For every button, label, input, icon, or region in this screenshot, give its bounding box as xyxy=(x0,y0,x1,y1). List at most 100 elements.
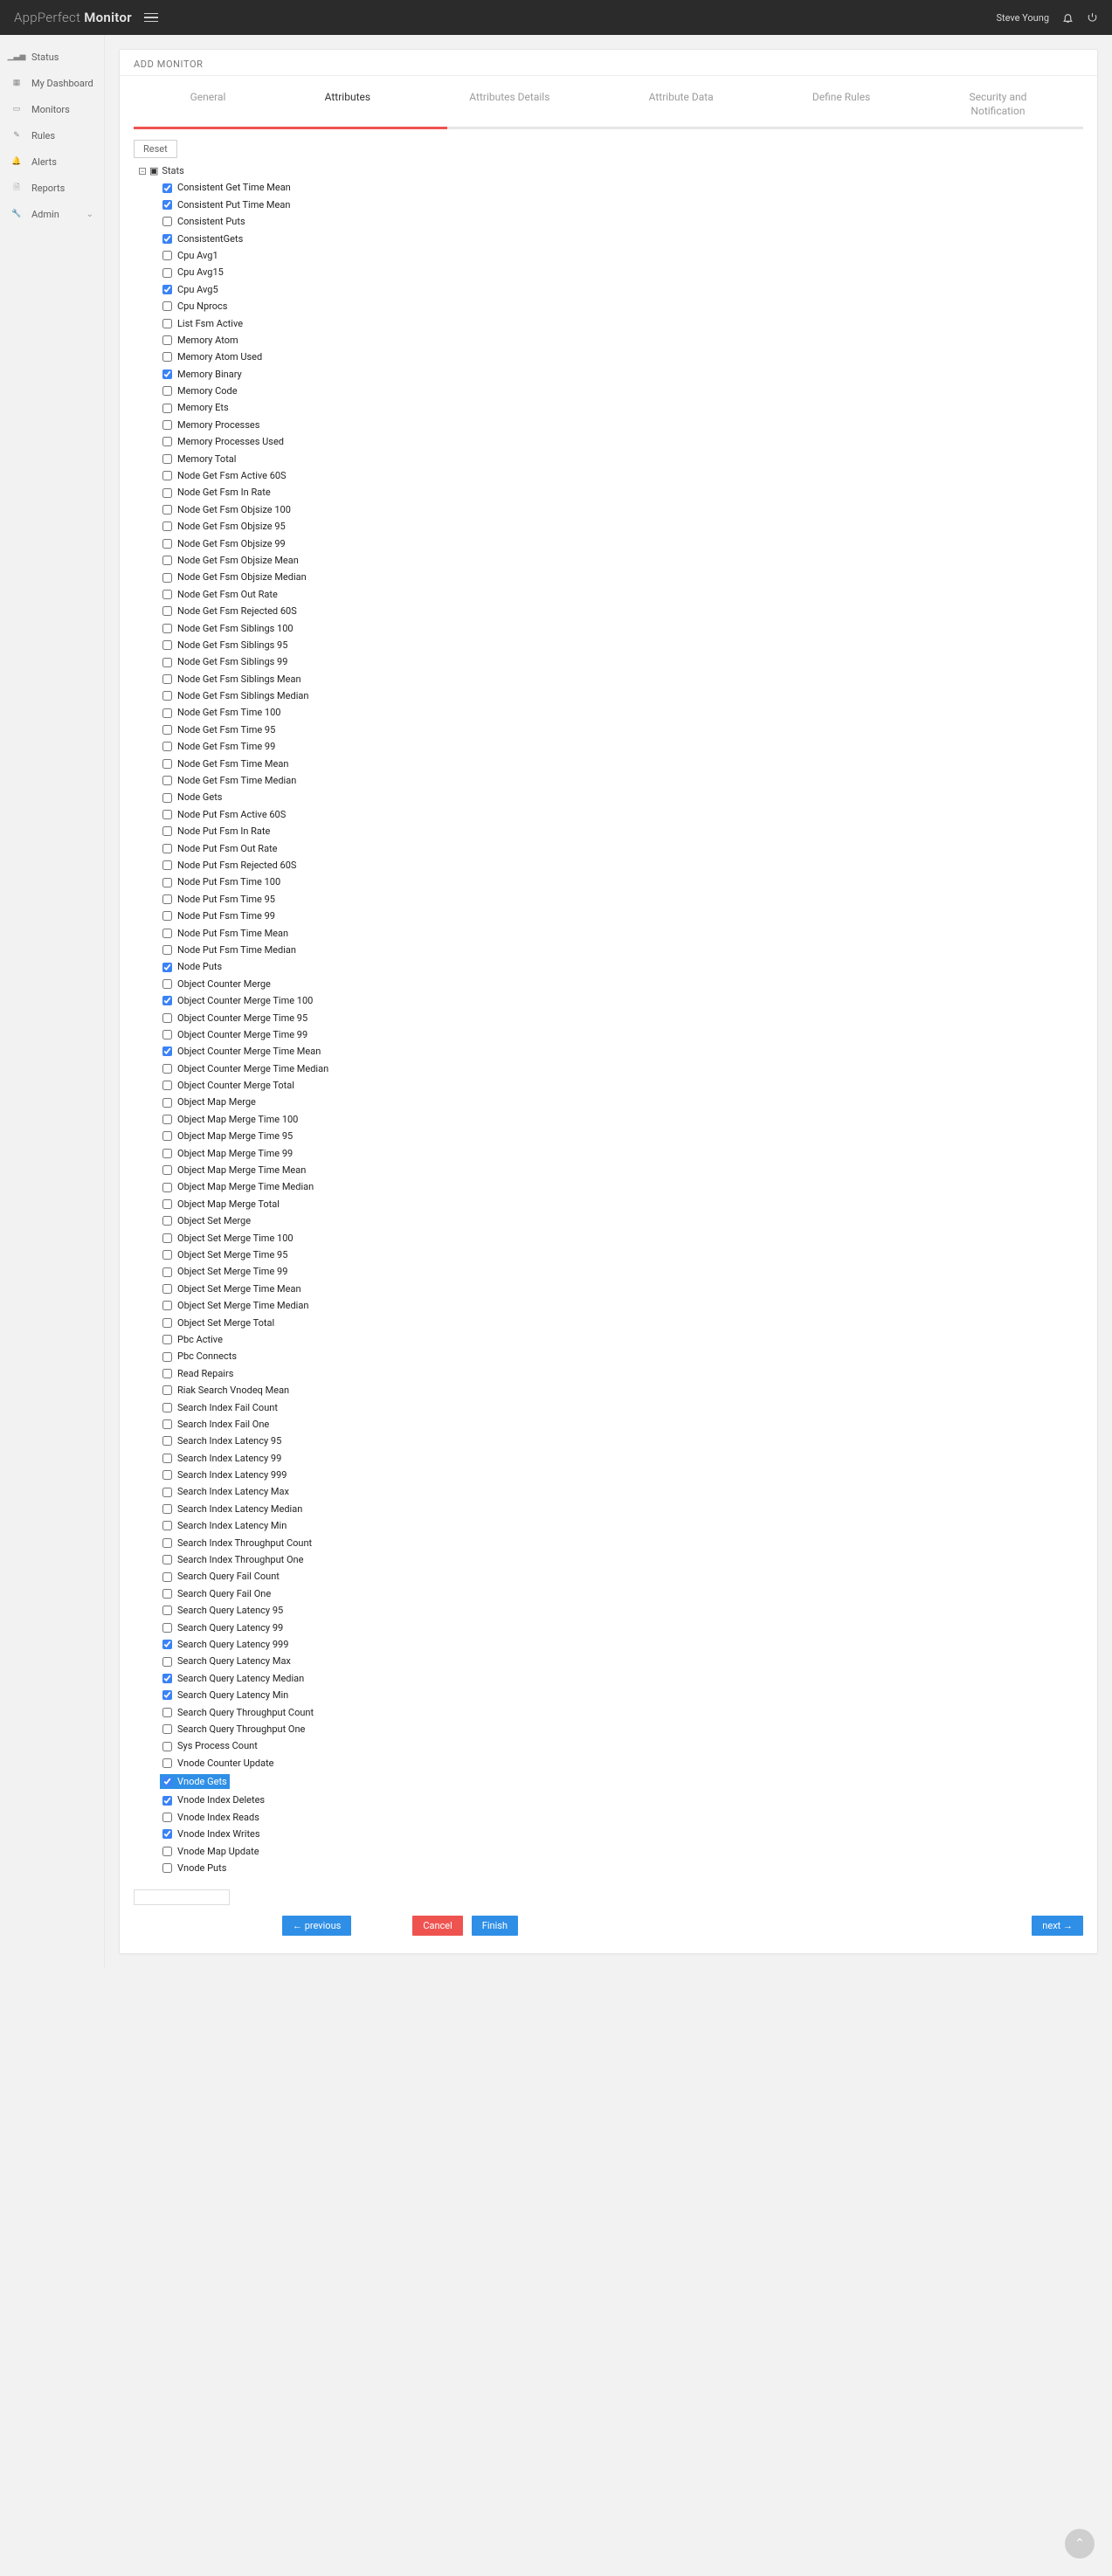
tree-checkbox[interactable] xyxy=(162,1064,172,1074)
tree-checkbox[interactable] xyxy=(162,945,172,955)
tree-leaf[interactable]: Search Query Throughput Count xyxy=(160,1705,1097,1720)
tree-checkbox[interactable] xyxy=(162,1521,172,1530)
tree-checkbox[interactable] xyxy=(162,285,172,294)
tree-checkbox[interactable] xyxy=(162,759,172,769)
filter-input[interactable] xyxy=(134,1889,230,1905)
tree-checkbox[interactable] xyxy=(162,1131,172,1141)
tree-leaf[interactable]: Vnode Map Update xyxy=(160,1844,1097,1859)
tree-leaf[interactable]: Search Query Latency 99 xyxy=(160,1620,1097,1635)
tree-leaf[interactable]: Node Get Fsm Time 95 xyxy=(160,722,1097,737)
tree-leaf[interactable]: Consistent Puts xyxy=(160,214,1097,229)
tree-checkbox[interactable] xyxy=(162,894,172,904)
tree-checkbox[interactable] xyxy=(162,200,172,210)
tree-leaf[interactable]: Memory Ets xyxy=(160,400,1097,415)
tree-leaf[interactable]: Node Put Fsm Out Rate xyxy=(160,841,1097,856)
finish-button[interactable]: Finish xyxy=(472,1916,518,1936)
tree-checkbox[interactable] xyxy=(162,606,172,616)
cancel-button[interactable]: Cancel xyxy=(412,1916,462,1936)
tree-checkbox[interactable] xyxy=(162,301,172,311)
tree-checkbox[interactable] xyxy=(162,488,172,498)
tree-checkbox[interactable] xyxy=(162,1301,172,1310)
tree-leaf[interactable]: Memory Atom xyxy=(160,333,1097,348)
tree-leaf[interactable]: Object Counter Merge Time 95 xyxy=(160,1011,1097,1026)
tree-leaf[interactable]: Object Set Merge Time 99 xyxy=(160,1264,1097,1279)
tree-leaf[interactable]: Search Query Latency Median xyxy=(160,1671,1097,1686)
tree-leaf[interactable]: Node Get Fsm Objsize 95 xyxy=(160,519,1097,534)
tab-define-rules[interactable]: Define Rules xyxy=(812,90,870,118)
tree-checkbox[interactable] xyxy=(162,1589,172,1599)
tree-leaf[interactable]: Pbc Connects xyxy=(160,1349,1097,1364)
tree-leaf[interactable]: Node Get Fsm Out Rate xyxy=(160,587,1097,602)
tree-checkbox[interactable] xyxy=(162,1813,172,1822)
tree-leaf[interactable]: Sys Process Count xyxy=(160,1738,1097,1753)
tree-leaf[interactable]: Node Get Fsm Objsize Median xyxy=(160,570,1097,584)
tree-checkbox[interactable] xyxy=(162,369,172,379)
tree-checkbox[interactable] xyxy=(162,810,172,819)
bell-icon[interactable] xyxy=(1061,11,1074,24)
sidebar-item-rules[interactable]: ✎Rules xyxy=(0,122,104,148)
tree-leaf[interactable]: Consistent Put Time Mean xyxy=(160,197,1097,212)
tree-leaf[interactable]: Node Put Fsm Time Median xyxy=(160,943,1097,957)
tree-checkbox[interactable] xyxy=(162,658,172,667)
tree-checkbox[interactable] xyxy=(162,590,172,599)
tree-leaf[interactable]: Search Query Latency 95 xyxy=(160,1603,1097,1618)
tree-checkbox[interactable] xyxy=(162,742,172,751)
tree-checkbox[interactable] xyxy=(162,725,172,735)
tree-leaf[interactable]: Riak Search Vnodeq Mean xyxy=(160,1383,1097,1398)
tree-checkbox[interactable] xyxy=(162,1233,172,1243)
tree-leaf[interactable]: Node Get Fsm Siblings Median xyxy=(160,688,1097,703)
tree-leaf[interactable]: Object Map Merge Time 95 xyxy=(160,1129,1097,1143)
tree-leaf[interactable]: Memory Atom Used xyxy=(160,349,1097,364)
tree-checkbox[interactable] xyxy=(162,1352,172,1362)
tree-checkbox[interactable] xyxy=(162,1454,172,1463)
tree-checkbox[interactable] xyxy=(162,1284,172,1294)
tree-leaf[interactable]: Object Set Merge Total xyxy=(160,1316,1097,1330)
tree-checkbox[interactable] xyxy=(162,505,172,515)
tree-leaf[interactable]: Search Index Throughput Count xyxy=(160,1536,1097,1550)
tree-leaf[interactable]: Node Gets xyxy=(160,790,1097,805)
tree-checkbox[interactable] xyxy=(162,1030,172,1039)
tree-checkbox[interactable] xyxy=(162,1470,172,1480)
tree-checkbox[interactable] xyxy=(162,1847,172,1856)
tree-checkbox[interactable] xyxy=(162,404,172,413)
tree-leaf[interactable]: Search Index Fail Count xyxy=(160,1400,1097,1415)
tree-checkbox[interactable] xyxy=(162,471,172,480)
tree-leaf[interactable]: Object Counter Merge Time Mean xyxy=(160,1044,1097,1059)
hamburger-icon[interactable] xyxy=(144,13,158,23)
tree-checkbox[interactable] xyxy=(162,1742,172,1751)
tree-checkbox[interactable] xyxy=(162,217,172,226)
tree-checkbox[interactable] xyxy=(162,793,172,803)
tree-checkbox[interactable] xyxy=(162,335,172,345)
tree-checkbox[interactable] xyxy=(162,1165,172,1175)
tree-checkbox[interactable] xyxy=(162,352,172,362)
tree-leaf[interactable]: Node Get Fsm Objsize 99 xyxy=(160,536,1097,551)
tree-checkbox[interactable] xyxy=(162,1335,172,1344)
sidebar-item-my-dashboard[interactable]: ▦My Dashboard xyxy=(0,70,104,96)
tab-attributes-details[interactable]: Attributes Details xyxy=(469,90,549,118)
sidebar-item-status[interactable]: ▁▃▅Status xyxy=(0,44,104,70)
tree-checkbox[interactable] xyxy=(162,268,172,278)
tree-checkbox[interactable] xyxy=(162,1385,172,1395)
tree-checkbox[interactable] xyxy=(162,1829,172,1839)
tree-leaf[interactable]: Search Index Fail One xyxy=(160,1417,1097,1432)
tree-leaf[interactable]: Cpu Nprocs xyxy=(160,299,1097,314)
tree-checkbox[interactable] xyxy=(162,1369,172,1378)
tree-checkbox[interactable] xyxy=(162,691,172,701)
tree-leaf[interactable]: Cpu Avg1 xyxy=(160,248,1097,263)
tree-leaf[interactable]: Object Counter Merge xyxy=(160,977,1097,991)
tree-checkbox[interactable] xyxy=(162,437,172,446)
tree-leaf[interactable]: Read Repairs xyxy=(160,1366,1097,1381)
tree-checkbox[interactable] xyxy=(162,1758,172,1768)
tab-attribute-data[interactable]: Attribute Data xyxy=(649,90,714,118)
tree-checkbox[interactable] xyxy=(162,1436,172,1446)
tree-checkbox[interactable] xyxy=(162,183,172,193)
tree-leaf[interactable]: Memory Binary xyxy=(160,367,1097,382)
tree-checkbox[interactable] xyxy=(162,1708,172,1717)
tree-checkbox[interactable] xyxy=(162,1657,172,1667)
tree-leaf[interactable]: Memory Processes Used xyxy=(160,434,1097,449)
tree-leaf[interactable]: Search Index Latency Max xyxy=(160,1484,1097,1499)
tree-leaf[interactable]: Node Get Fsm Siblings Mean xyxy=(160,672,1097,687)
tree-leaf[interactable]: Node Puts xyxy=(160,959,1097,974)
tree-leaf[interactable]: Node Put Fsm Active 60S xyxy=(160,807,1097,822)
tree-leaf[interactable]: Node Get Fsm Time 100 xyxy=(160,705,1097,720)
